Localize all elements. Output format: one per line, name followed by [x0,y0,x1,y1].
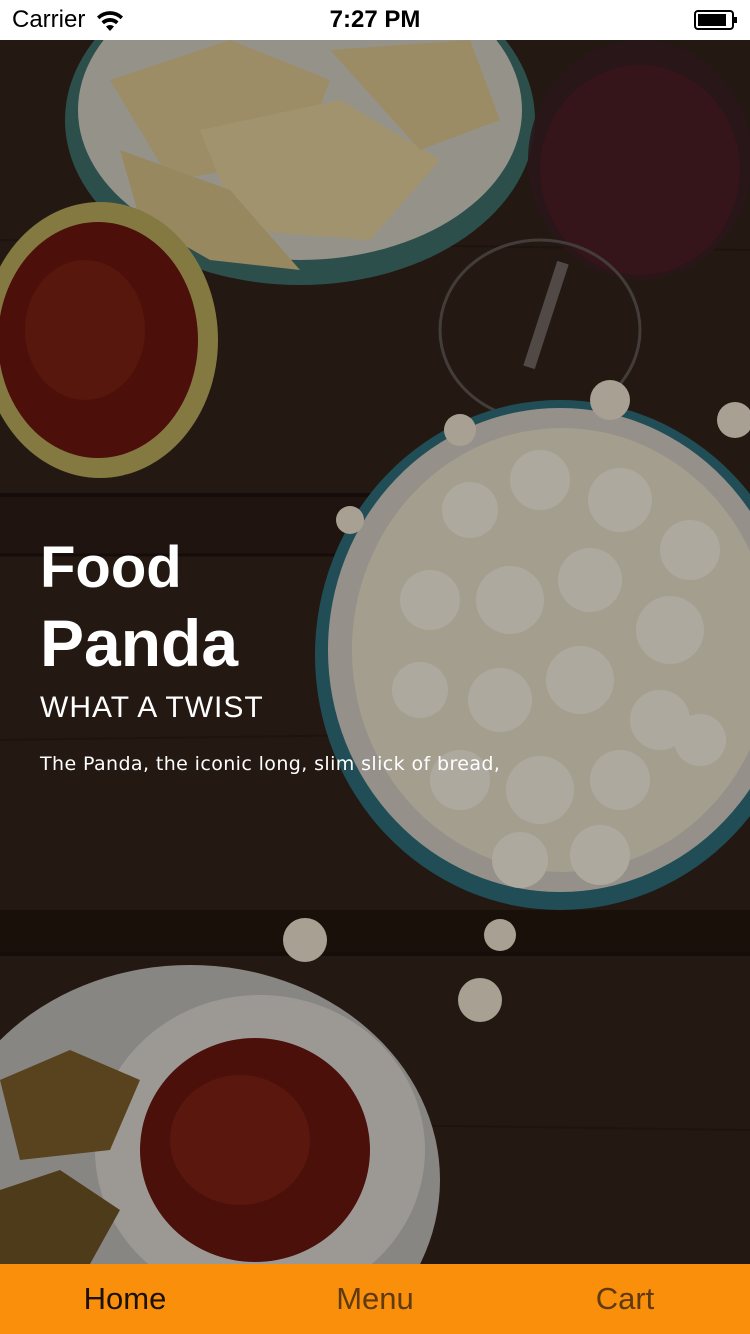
hero-content: Food Panda WHAT A TWIST The Panda, the i… [40,535,540,775]
tab-cart[interactable]: Cart [500,1264,750,1334]
tab-home[interactable]: Home [0,1264,250,1334]
status-time: 7:27 PM [329,6,421,33]
bottom-tab-bar: Home Menu Cart [0,1264,750,1334]
hero-description: The Panda, the iconic long, slim slick o… [40,753,501,775]
hero-title-panda: Panda [40,606,239,680]
hero-title-food: Food [40,535,182,600]
hero-subtitle: WHAT A TWIST [40,691,264,724]
battery-icon [694,10,737,30]
status-bar: Carrier 7:27 PM [0,0,750,40]
tab-menu[interactable]: Menu [250,1264,500,1334]
